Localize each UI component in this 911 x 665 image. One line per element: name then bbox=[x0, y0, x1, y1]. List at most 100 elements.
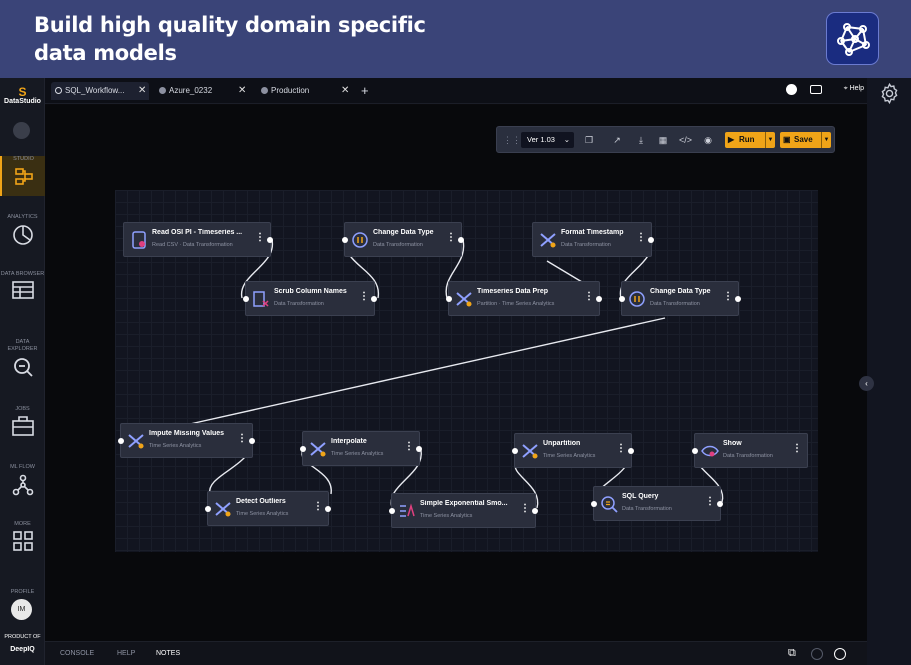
node-format-timestamp[interactable]: Format Timestamp Data Transformation ⋮ bbox=[532, 222, 654, 257]
input-port[interactable] bbox=[205, 506, 211, 512]
tab-azure[interactable]: Azure_0232 ✕ bbox=[155, 82, 250, 100]
node-change-data-type-2[interactable]: Change Data Type Data Transformation ⋮ bbox=[619, 281, 741, 316]
input-port[interactable] bbox=[118, 438, 124, 444]
node-detect-outliers[interactable]: Detect Outliers Time Series Analytics ⋮ bbox=[205, 491, 331, 526]
briefcase-icon bbox=[11, 416, 34, 436]
kebab-menu-icon[interactable]: ⋮ bbox=[584, 292, 594, 302]
favorite-icon[interactable] bbox=[786, 84, 797, 95]
explore-icon bbox=[13, 358, 33, 377]
tab-production[interactable]: Production ✕ bbox=[257, 82, 352, 100]
tab-console[interactable]: CONSOLE bbox=[60, 650, 94, 657]
input-port[interactable] bbox=[512, 448, 518, 454]
tab-sql-workflow[interactable]: SQL_Workflow... ✕ bbox=[51, 82, 149, 100]
timeseries-icon bbox=[540, 233, 556, 248]
input-port[interactable] bbox=[619, 296, 625, 302]
connections-layer bbox=[189, 239, 724, 509]
close-icon[interactable]: ✕ bbox=[138, 82, 146, 100]
input-port[interactable] bbox=[389, 508, 395, 514]
storage-icon[interactable] bbox=[810, 85, 822, 94]
kebab-menu-icon[interactable]: ⋮ bbox=[792, 444, 802, 454]
sidebar-item-label: DATA BROWSER bbox=[0, 271, 45, 277]
output-port[interactable] bbox=[628, 448, 634, 454]
external-link-icon[interactable]: ⧉ bbox=[788, 647, 796, 660]
timeseries-icon bbox=[522, 444, 538, 459]
kebab-menu-icon[interactable]: ⋮ bbox=[404, 442, 414, 452]
kebab-menu-icon[interactable]: ⋮ bbox=[255, 233, 265, 243]
graph-icon bbox=[12, 474, 33, 496]
workflow-canvas[interactable]: ⋮⋮ Ver 1.03 ⌄ ❐ ↗ ⤓ ▦ </> ◉ ▶ Run ▼ ▣ Save ▼ bbox=[45, 105, 867, 641]
tab-status-icon bbox=[55, 87, 62, 94]
output-port[interactable] bbox=[416, 446, 422, 452]
sidebar-item-label: PROFILE bbox=[10, 589, 35, 595]
timeseries-icon bbox=[215, 502, 231, 517]
avatar[interactable]: IM bbox=[11, 599, 32, 620]
transform-icon bbox=[629, 291, 645, 307]
output-port[interactable] bbox=[267, 237, 273, 243]
output-port[interactable] bbox=[735, 296, 741, 302]
sidebar: S DataStudio STUDIO ANALYTICS DATA BROWSE… bbox=[0, 78, 45, 665]
input-port[interactable] bbox=[342, 237, 348, 243]
input-port[interactable] bbox=[300, 446, 306, 452]
sidebar-item-ml-flow[interactable]: ML FLOW bbox=[0, 464, 45, 496]
smoothing-icon bbox=[400, 503, 415, 517]
output-port[interactable] bbox=[717, 501, 723, 507]
read-file-icon bbox=[132, 231, 146, 249]
tab-help[interactable]: HELP bbox=[117, 650, 135, 657]
output-port[interactable] bbox=[249, 438, 255, 444]
kebab-menu-icon[interactable]: ⋮ bbox=[636, 233, 646, 243]
settings-icon[interactable] bbox=[879, 83, 900, 104]
user-circle-icon[interactable] bbox=[834, 648, 846, 660]
kebab-menu-icon[interactable]: ⋮ bbox=[313, 502, 323, 512]
output-port[interactable] bbox=[458, 237, 464, 243]
node-sql-query[interactable]: SQL Query Data Transformation ⋮ bbox=[591, 486, 723, 521]
sidebar-item-label: MORE bbox=[14, 521, 31, 527]
sidebar-item-analytics[interactable]: ANALYTICS bbox=[0, 214, 45, 246]
sidebar-item-label: JOBS bbox=[15, 406, 30, 412]
kebab-menu-icon[interactable]: ⋮ bbox=[446, 233, 456, 243]
node-interpolate[interactable]: Interpolate Time Series Analytics ⋮ bbox=[300, 431, 422, 466]
close-icon[interactable]: ✕ bbox=[238, 82, 246, 100]
input-port[interactable] bbox=[692, 448, 698, 454]
timeseries-icon bbox=[128, 434, 144, 449]
datastudio-logo[interactable]: S DataStudio bbox=[0, 86, 45, 105]
kebab-menu-icon[interactable]: ⋮ bbox=[237, 434, 247, 444]
input-port[interactable] bbox=[446, 296, 452, 302]
sidebar-item-studio[interactable]: STUDIO bbox=[0, 156, 45, 196]
node-read-osi-pi[interactable]: Read OSI PI - Timeseries ... Read CSV · … bbox=[123, 222, 273, 257]
node-impute-missing-values[interactable]: Impute Missing Values Time Series Analyt… bbox=[118, 423, 255, 458]
output-port[interactable] bbox=[648, 237, 654, 243]
tab-notes[interactable]: NOTES bbox=[156, 650, 180, 657]
sidebar-item-more[interactable]: MORE bbox=[0, 521, 45, 551]
scrub-icon bbox=[253, 291, 269, 307]
node-change-data-type-1[interactable]: Change Data Type Data Transformation ⋮ bbox=[342, 222, 464, 257]
output-port[interactable] bbox=[532, 508, 538, 514]
minus-icon[interactable] bbox=[811, 648, 823, 660]
query-icon bbox=[601, 496, 618, 513]
kebab-menu-icon[interactable]: ⋮ bbox=[520, 504, 530, 514]
sidebar-item-data-explorer[interactable]: DATA EXPLORER bbox=[0, 339, 45, 378]
sidebar-item-data-browser[interactable]: DATA BROWSER bbox=[0, 271, 45, 299]
menu-icon[interactable] bbox=[13, 122, 30, 139]
connection-line bbox=[189, 317, 666, 425]
node-simple-exponential-smoothing[interactable]: Simple Exponential Smo... Time Series An… bbox=[389, 493, 538, 528]
output-port[interactable] bbox=[371, 296, 377, 302]
output-port[interactable] bbox=[325, 506, 331, 512]
add-tab-icon[interactable]: + bbox=[358, 82, 374, 100]
kebab-menu-icon[interactable]: ⋮ bbox=[723, 292, 733, 302]
table-icon bbox=[11, 281, 34, 299]
input-port[interactable] bbox=[243, 296, 249, 302]
output-port[interactable] bbox=[596, 296, 602, 302]
node-scrub-column-names[interactable]: Scrub Column Names Data Transformation ⋮ bbox=[243, 281, 377, 316]
kebab-menu-icon[interactable]: ⋮ bbox=[616, 444, 626, 454]
help-link[interactable]: ⌖ Help bbox=[844, 85, 864, 93]
sidebar-item-jobs[interactable]: JOBS bbox=[0, 406, 45, 436]
close-icon[interactable]: ✕ bbox=[341, 82, 349, 100]
collapse-panel-icon[interactable]: ‹ bbox=[859, 376, 874, 391]
banner: Build high quality domain specific data … bbox=[0, 0, 911, 78]
node-unpartition[interactable]: Unpartition Time Series Analytics ⋮ bbox=[512, 433, 634, 468]
node-timeseries-data-prep[interactable]: Timeseries Data Prep Partition · Time Se… bbox=[446, 281, 602, 316]
kebab-menu-icon[interactable]: ⋮ bbox=[359, 292, 369, 302]
kebab-menu-icon[interactable]: ⋮ bbox=[705, 497, 715, 507]
input-port[interactable] bbox=[591, 501, 597, 507]
node-show[interactable]: Show Data Transformation ⋮ bbox=[692, 433, 808, 468]
